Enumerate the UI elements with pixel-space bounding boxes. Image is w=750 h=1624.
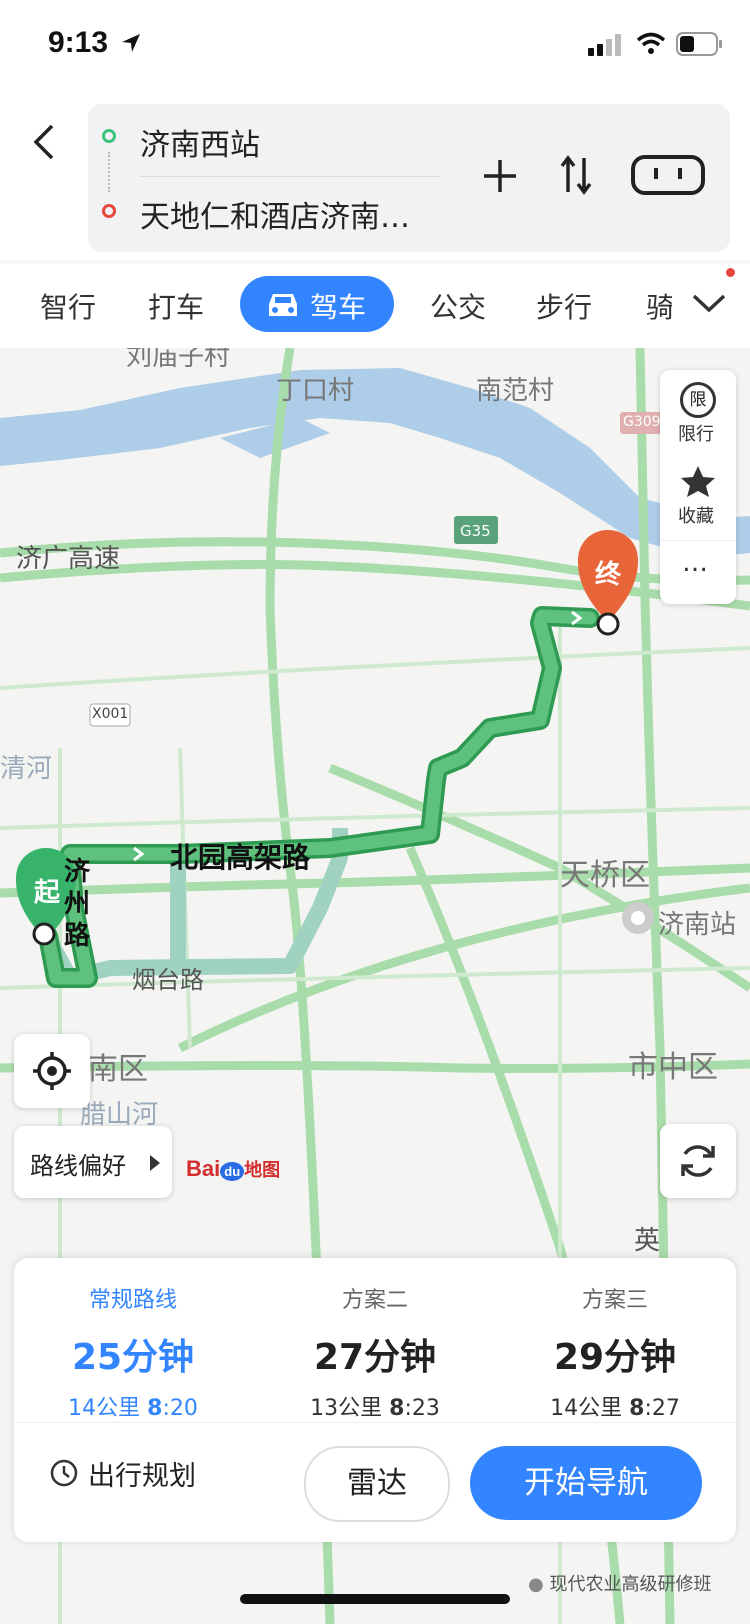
destination-field[interactable]: 天地仁和酒店济南… xyxy=(140,192,410,236)
map-label: 市中区 xyxy=(628,1050,718,1085)
map-label: 丁口村 xyxy=(276,376,355,406)
radar-button[interactable]: 雷达 xyxy=(304,1446,450,1522)
wechat-icon: ● xyxy=(528,1574,544,1595)
option-distance: 13公里 xyxy=(310,1396,383,1421)
signal-icon xyxy=(588,34,621,56)
favorite-label[interactable]: 收藏 xyxy=(678,502,714,528)
restrict-label[interactable]: 限行 xyxy=(678,420,714,446)
destination-dot xyxy=(102,204,116,218)
start-point xyxy=(32,922,56,946)
end-marker-label: 终 xyxy=(595,560,622,590)
refresh-icon xyxy=(681,1145,715,1177)
option-meta: 13公里 8:23 xyxy=(310,1396,440,1421)
baidu-logo: Bai du 地图 xyxy=(186,1156,280,1182)
route-options-card: 常规路线 25分钟 14公里 8:20 方案二 27分钟 13公里 8:23 方… xyxy=(14,1258,736,1542)
map-label: 南区 xyxy=(88,1052,148,1087)
traffic-light-icon: 8 xyxy=(389,1396,405,1421)
back-icon[interactable] xyxy=(30,124,60,160)
traffic-light-icon: 8 xyxy=(147,1396,163,1421)
tab-drive[interactable]: 驾车 xyxy=(240,276,394,332)
baidu-logo-text: Bai xyxy=(186,1156,221,1181)
battery-icon xyxy=(676,32,722,56)
trip-plan-label: 出行规划 xyxy=(88,1461,196,1492)
map-label: 英 xyxy=(634,1226,661,1256)
vehicle-icon[interactable] xyxy=(630,154,708,196)
watermark-text: 现代农业高级研修班 xyxy=(549,1574,712,1595)
option-lights: 27 xyxy=(651,1396,680,1421)
origin-dot xyxy=(102,129,116,143)
swap-icon[interactable] xyxy=(558,152,594,198)
map-label: 北园高架路 xyxy=(170,841,311,874)
watermark: ● 现代农业高级研修班 xyxy=(528,1570,711,1596)
locate-icon xyxy=(33,1052,71,1090)
option-meta: 14公里 8:27 xyxy=(550,1396,680,1421)
more-button[interactable]: … xyxy=(682,548,708,578)
baidu-paw: du xyxy=(220,1162,245,1181)
mode-tabs: 智行 打车 驾车 公交 步行 骑 xyxy=(0,264,750,348)
route-option-2[interactable]: 方案二 27分钟 13公里 8:23 xyxy=(260,1282,490,1422)
option-duration: 25分钟 xyxy=(71,1337,195,1378)
option-label: 常规路线 xyxy=(88,1288,177,1313)
shield-label: G35 xyxy=(460,522,491,540)
map-label: 济州路 xyxy=(64,857,91,951)
clock-icon xyxy=(50,1459,78,1487)
baidu-logo-map: 地图 xyxy=(244,1160,281,1180)
locate-button[interactable] xyxy=(14,1034,90,1108)
shield-label: X001 xyxy=(92,706,129,722)
option-meta: 14公里 8:20 xyxy=(68,1396,198,1421)
divider xyxy=(14,1422,736,1423)
route-preference-label: 路线偏好 xyxy=(30,1152,126,1180)
wifi-icon xyxy=(636,32,666,54)
map-label: 南范村 xyxy=(476,376,555,406)
tab-bus[interactable]: 公交 xyxy=(430,286,486,326)
route-box: 济南西站 天地仁和酒店济南… xyxy=(88,104,730,252)
route-connector xyxy=(108,152,112,192)
station-icon-inner xyxy=(631,911,645,925)
star-icon[interactable] xyxy=(680,464,716,498)
add-waypoint-icon[interactable] xyxy=(480,156,520,196)
option-distance: 14公里 xyxy=(550,1396,623,1421)
start-marker-label: 起 xyxy=(34,878,61,908)
triangle-right-icon xyxy=(150,1155,160,1171)
option-label: 方案三 xyxy=(581,1288,648,1313)
map-label: 济南站 xyxy=(658,910,737,940)
route-option-1[interactable]: 常规路线 25分钟 14公里 8:20 xyxy=(18,1282,248,1422)
car-icon xyxy=(269,294,297,316)
tab-drive-label: 驾车 xyxy=(310,291,367,324)
tab-smart[interactable]: 智行 xyxy=(40,286,96,326)
option-distance: 14公里 xyxy=(68,1396,141,1421)
map-label: 烟台路 xyxy=(132,966,204,994)
route-option-3[interactable]: 方案三 29分钟 14公里 8:27 xyxy=(500,1282,730,1422)
notification-dot xyxy=(726,268,735,277)
map-label: 刘庙子村 xyxy=(126,348,231,372)
end-point xyxy=(596,612,620,636)
map-label: 天桥区 xyxy=(560,858,650,893)
option-duration: 29分钟 xyxy=(553,1337,677,1378)
divider xyxy=(660,540,736,541)
origin-field[interactable]: 济南西站 xyxy=(140,120,260,164)
option-lights: 23 xyxy=(411,1396,440,1421)
shield-label: G309 xyxy=(623,414,661,430)
option-label: 方案二 xyxy=(341,1288,408,1313)
map-label: 清河 xyxy=(0,754,53,784)
tab-bike[interactable]: 骑 xyxy=(646,286,672,326)
traffic-light-icon: 8 xyxy=(629,1396,645,1421)
home-indicator xyxy=(240,1594,510,1604)
tab-walk[interactable]: 步行 xyxy=(536,286,592,326)
route-preference-button[interactable]: 路线偏好 xyxy=(14,1126,172,1198)
option-lights: 20 xyxy=(169,1396,198,1421)
refresh-button[interactable] xyxy=(660,1124,736,1198)
status-bar: 9:13 xyxy=(0,0,750,90)
status-time: 9:13 xyxy=(48,26,109,59)
map-label: 济广高速 xyxy=(16,544,121,574)
tab-taxi[interactable]: 打车 xyxy=(148,286,204,326)
restrict-icon: 限 xyxy=(680,382,716,418)
divider xyxy=(140,176,440,177)
start-navigation-button[interactable]: 开始导航 xyxy=(470,1446,702,1520)
option-duration: 27分钟 xyxy=(313,1337,437,1378)
location-arrow-icon xyxy=(122,34,140,52)
chevron-down-icon[interactable] xyxy=(690,288,728,318)
map-side-panel: 限 限行 收藏 … xyxy=(660,370,736,604)
